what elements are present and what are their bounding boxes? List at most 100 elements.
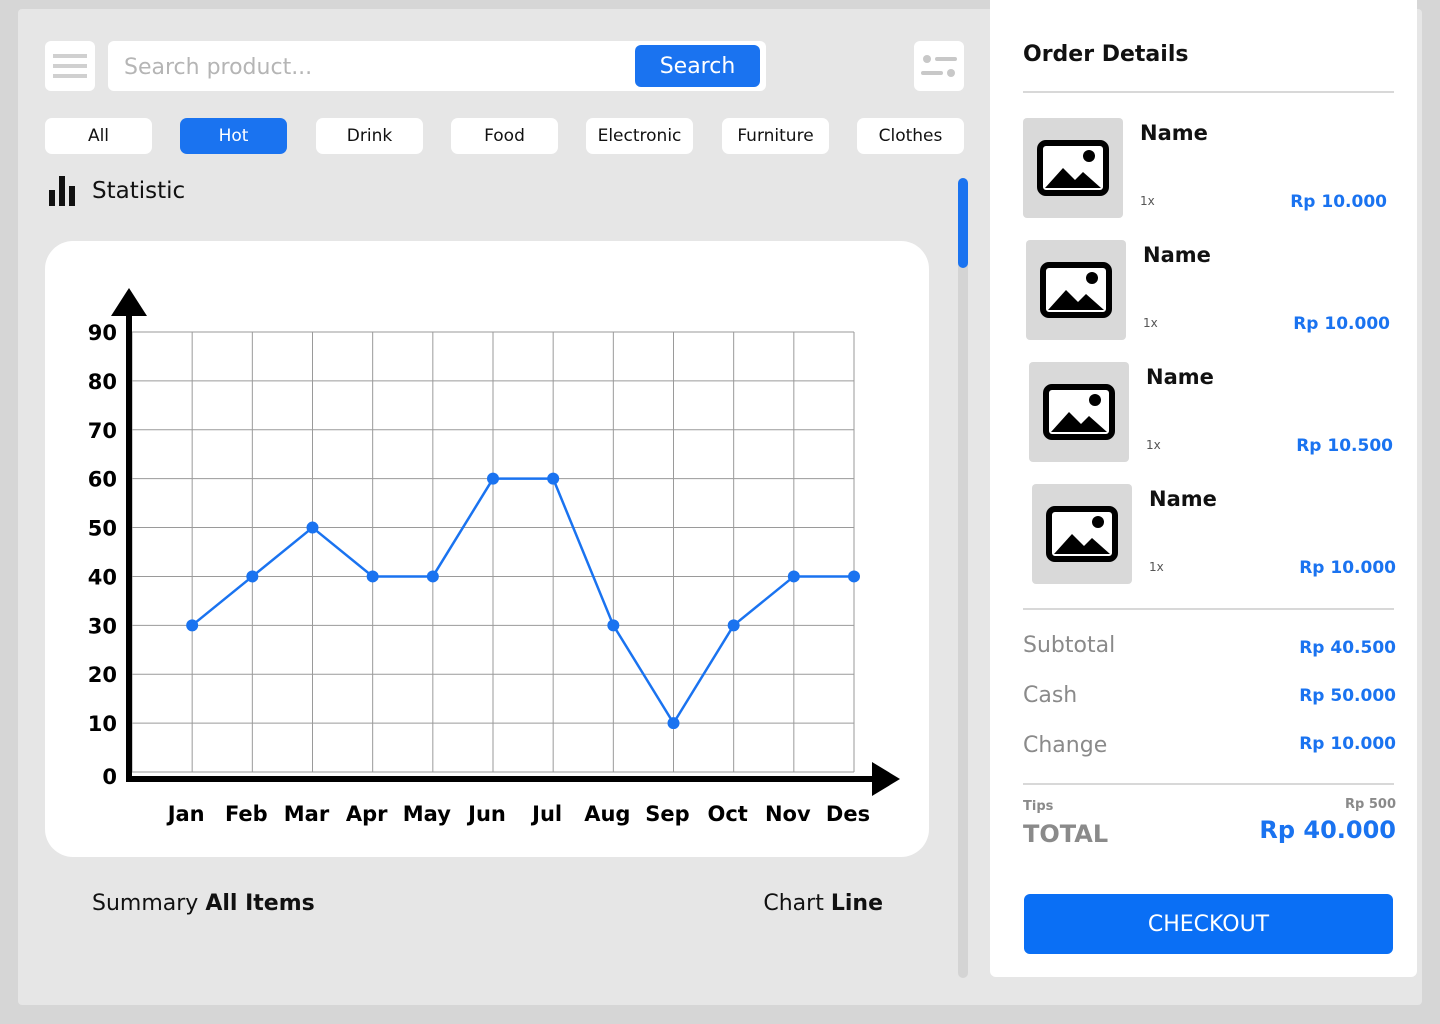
data-point	[246, 570, 259, 583]
item-price: Rp 10.000	[1290, 192, 1387, 212]
image-placeholder-icon	[1040, 262, 1112, 318]
chart-type-label: Chart Line	[763, 891, 883, 916]
tips-value: Rp 500	[1345, 797, 1396, 812]
bar-chart-icon	[49, 176, 75, 206]
series-line	[191, 477, 854, 726]
total-value: Rp 40.000	[1259, 816, 1396, 844]
category-furniture[interactable]: Furniture	[722, 118, 829, 154]
category-drink[interactable]: Drink	[316, 118, 423, 154]
cash-value: Rp 50.000	[1299, 686, 1396, 706]
statistic-title: Statistic	[92, 178, 186, 204]
data-point	[487, 472, 499, 485]
y-tick-label: 40	[88, 565, 117, 589]
order-title: Order Details	[1023, 42, 1189, 67]
divider	[1023, 608, 1394, 610]
x-tick-label: Des	[826, 802, 870, 826]
item-quantity: 1x	[1149, 560, 1164, 574]
item-quantity: 1x	[1140, 194, 1155, 208]
order-item[interactable]: Name 1x Rp 10.000	[1032, 484, 1412, 584]
category-clothes[interactable]: Clothes	[857, 118, 964, 154]
item-name: Name	[1146, 365, 1214, 389]
subtotal-value: Rp 40.500	[1299, 638, 1396, 658]
data-point	[787, 570, 800, 583]
data-point	[727, 619, 740, 632]
chart-type-caption: Chart	[763, 891, 824, 916]
image-placeholder-icon	[1037, 140, 1109, 196]
item-thumbnail	[1023, 118, 1123, 218]
item-quantity: 1x	[1146, 438, 1161, 452]
chart-type-value: Line	[830, 891, 883, 916]
search-bar: Search	[108, 41, 766, 93]
y-tick-label: 70	[88, 419, 117, 443]
summary-label: Summary All Items	[92, 891, 315, 916]
data-point	[547, 472, 560, 485]
checkout-button[interactable]: CHECKOUT	[1024, 894, 1393, 954]
x-tick-label: Nov	[765, 802, 811, 826]
change-label: Change	[1023, 733, 1108, 758]
search-button[interactable]: Search	[635, 45, 760, 87]
y-tick-label: 60	[88, 468, 117, 492]
scrollbar-track[interactable]	[958, 178, 968, 978]
x-tick-label: Jun	[466, 802, 506, 826]
order-item[interactable]: Name 1x Rp 10.500	[1029, 362, 1409, 462]
subtotal-label: Subtotal	[1023, 633, 1116, 658]
x-tick-label: Sep	[645, 802, 689, 826]
y-axis-arrow	[111, 288, 147, 316]
data-point	[607, 619, 620, 632]
order-item[interactable]: Name 1x Rp 10.000	[1023, 118, 1403, 218]
divider	[1023, 91, 1394, 93]
x-tick-label: Jul	[530, 802, 562, 826]
category-food[interactable]: Food	[451, 118, 558, 154]
x-tick-label: Jan	[166, 802, 205, 826]
item-quantity: 1x	[1143, 316, 1158, 330]
search-input[interactable]	[122, 41, 626, 93]
order-panel: Order Details Name 1x Rp 10.000 Name 1x …	[990, 0, 1417, 977]
item-thumbnail	[1026, 240, 1126, 340]
data-point	[426, 570, 439, 583]
divider	[1023, 783, 1394, 785]
item-thumbnail	[1032, 484, 1132, 584]
y-tick-label: 80	[88, 370, 117, 394]
item-price: Rp 10.000	[1293, 314, 1390, 334]
x-tick-label: Oct	[707, 802, 747, 826]
order-item[interactable]: Name 1x Rp 10.000	[1026, 240, 1406, 340]
data-point	[186, 619, 199, 632]
filter-icon	[921, 55, 957, 77]
y-tick-label: 10	[88, 712, 117, 736]
image-placeholder-icon	[1043, 384, 1115, 440]
y-tick-label: 20	[88, 663, 117, 687]
item-price: Rp 10.500	[1296, 436, 1393, 456]
category-all[interactable]: All	[45, 118, 152, 154]
tips-label: Tips	[1023, 799, 1054, 814]
line-chart: 0 10 20 30 40 50 60 70 80 90 Jan Feb Mar Apr May Jun Jul…	[88, 288, 900, 826]
y-tick-label: 50	[88, 517, 117, 541]
cash-label: Cash	[1023, 683, 1078, 708]
x-tick-label: Mar	[284, 802, 330, 826]
x-tick-label: Apr	[346, 802, 388, 826]
x-tick-label: May	[403, 802, 451, 826]
item-price: Rp 10.000	[1299, 558, 1396, 578]
y-tick-label: 90	[88, 321, 117, 345]
filter-button[interactable]	[914, 41, 964, 91]
menu-button[interactable]	[45, 41, 95, 91]
x-axis-arrow	[872, 762, 900, 796]
y-tick-label: 30	[88, 614, 117, 638]
x-tick-label: Aug	[584, 802, 630, 826]
data-point	[667, 717, 680, 730]
category-electronic[interactable]: Electronic	[586, 118, 693, 154]
image-placeholder-icon	[1046, 506, 1118, 562]
change-value: Rp 10.000	[1299, 734, 1396, 754]
summary-caption: Summary	[92, 891, 199, 916]
data-point	[848, 570, 860, 583]
menu-icon	[53, 54, 87, 78]
category-hot[interactable]: Hot	[180, 118, 287, 154]
item-name: Name	[1140, 121, 1208, 145]
item-name: Name	[1149, 487, 1217, 511]
x-tick-label: Feb	[225, 802, 268, 826]
total-label: TOTAL	[1023, 820, 1109, 848]
summary-value: All Items	[205, 891, 315, 916]
scrollbar-thumb[interactable]	[958, 178, 968, 268]
data-point	[366, 570, 379, 583]
item-name: Name	[1143, 243, 1211, 267]
chart-card: 0 10 20 30 40 50 60 70 80 90 Jan Feb Mar Apr May Jun Jul…	[45, 241, 929, 857]
